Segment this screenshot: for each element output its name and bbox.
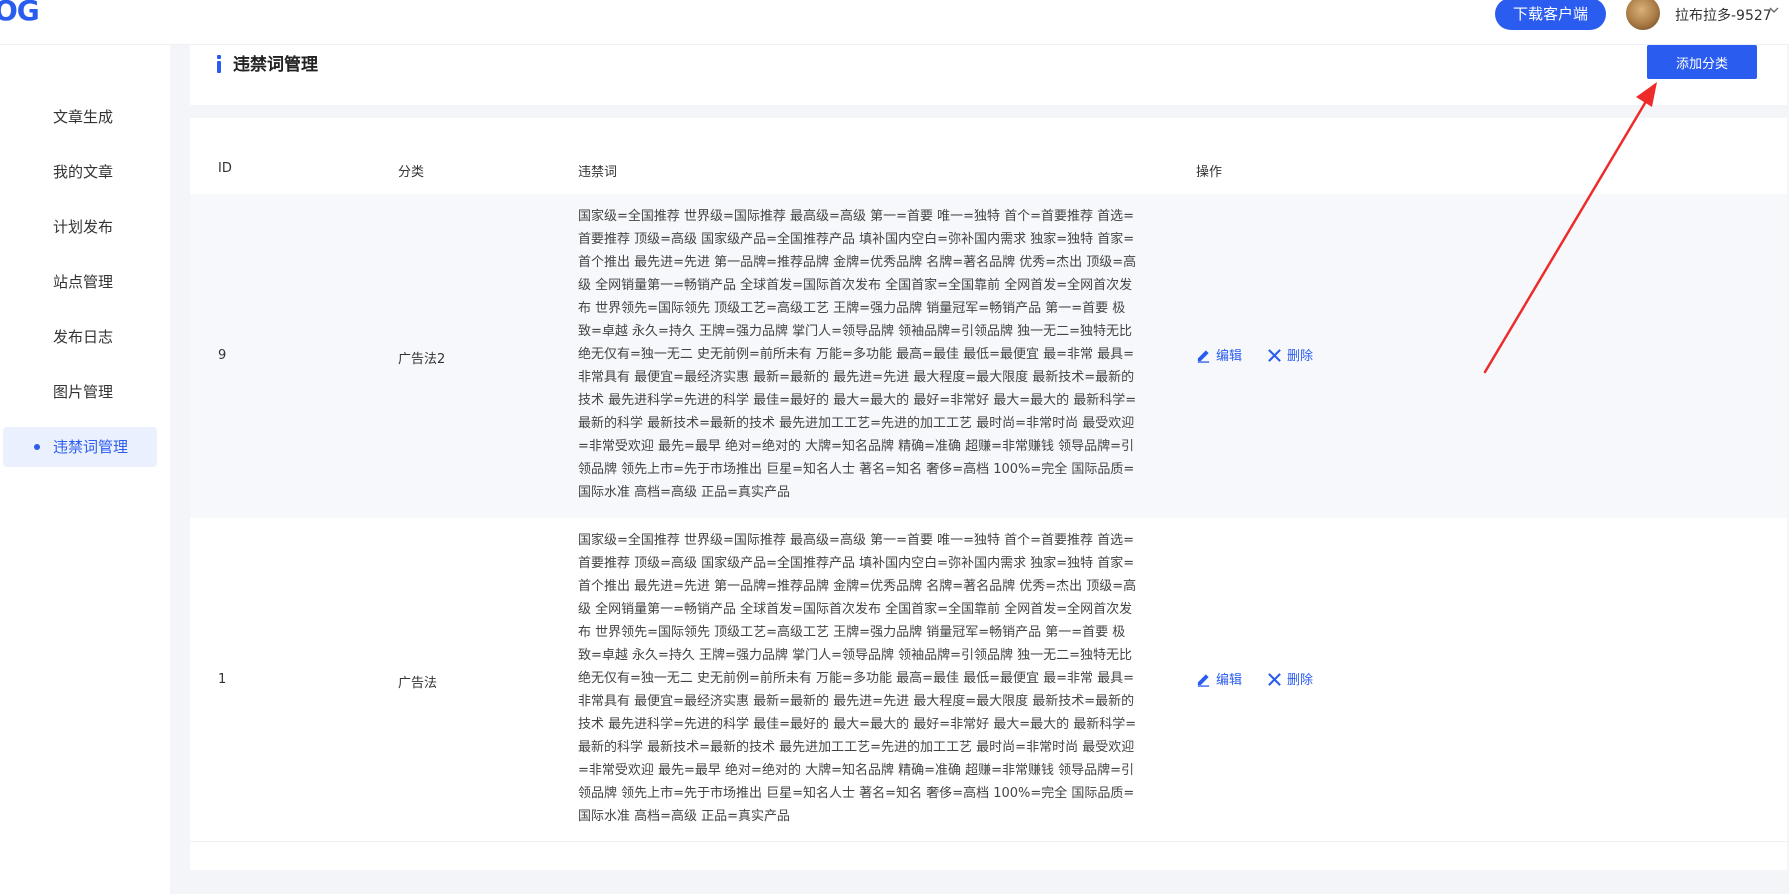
- table-row: 9 广告法2 国家级=全国推荐 世界级=国际推荐 最高级=高级 第一=首要 唯一…: [190, 194, 1787, 518]
- column-header-category: 分类: [398, 165, 425, 180]
- sidebar-item-label: 文章生成: [53, 108, 114, 126]
- sidebar-item-image-management[interactable]: 图片管理: [3, 372, 157, 412]
- sidebar: 文章生成 我的文章 计划发布 站点管理 发布日志 图片管理 违禁词管理: [0, 45, 170, 894]
- sidebar-item-my-articles[interactable]: 我的文章: [3, 152, 157, 192]
- edit-button[interactable]: 编辑: [1196, 669, 1242, 688]
- sidebar-item-label: 图片管理: [53, 383, 114, 401]
- sidebar-item-article-generate[interactable]: 文章生成: [3, 97, 157, 137]
- sidebar-item-banned-words[interactable]: 违禁词管理: [3, 427, 157, 467]
- banned-words-table: ID 分类 违禁词 操作 9 广告法2 国家级=全国推荐 世界级=国际推荐 最高…: [190, 118, 1787, 870]
- chevron-down-icon[interactable]: [1768, 4, 1780, 19]
- delete-label: 删除: [1287, 349, 1314, 364]
- page-header-card: 违禁词管理 添加分类: [190, 45, 1787, 105]
- column-header-actions: 操作: [1196, 165, 1223, 180]
- delete-label: 删除: [1287, 673, 1314, 688]
- sidebar-item-label: 站点管理: [53, 273, 114, 291]
- row-banned-words: 国家级=全国推荐 世界级=国际推荐 最高级=高级 第一=首要 唯一=独特 首个=…: [578, 533, 1137, 824]
- sidebar-item-label: 我的文章: [53, 163, 114, 181]
- edit-button[interactable]: 编辑: [1196, 345, 1242, 364]
- active-dot-icon: [34, 444, 40, 450]
- column-header-words: 违禁词: [578, 165, 618, 180]
- avatar[interactable]: [1626, 0, 1660, 30]
- close-icon: [1268, 673, 1281, 686]
- brand-logo[interactable]: OG: [0, 0, 40, 27]
- row-category: 广告法2: [398, 352, 446, 367]
- row-category: 广告法: [398, 676, 438, 691]
- page-title: 违禁词管理: [233, 55, 318, 75]
- sidebar-item-label: 计划发布: [53, 218, 114, 236]
- edit-label: 编辑: [1216, 673, 1243, 688]
- close-icon: [1268, 349, 1281, 362]
- info-icon: [217, 55, 221, 73]
- row-banned-words: 国家级=全国推荐 世界级=国际推荐 最高级=高级 第一=首要 唯一=独特 首个=…: [578, 209, 1137, 500]
- download-client-button[interactable]: 下载客户端: [1495, 0, 1606, 30]
- row-id: 1: [218, 672, 227, 687]
- edit-icon: [1197, 350, 1210, 363]
- sidebar-item-site-management[interactable]: 站点管理: [3, 262, 157, 302]
- edit-icon: [1197, 674, 1210, 687]
- sidebar-item-label: 违禁词管理: [53, 438, 129, 456]
- column-header-id: ID: [218, 161, 232, 176]
- sidebar-item-label: 发布日志: [53, 328, 114, 346]
- row-id: 9: [218, 348, 227, 363]
- delete-button[interactable]: 删除: [1267, 669, 1313, 688]
- table-row: 1 广告法 国家级=全国推荐 世界级=国际推荐 最高级=高级 第一=首要 唯一=…: [190, 518, 1787, 842]
- username[interactable]: 拉布拉多-9527: [1675, 5, 1772, 25]
- add-category-button[interactable]: 添加分类: [1647, 45, 1757, 79]
- top-bar: OG 下载客户端 拉布拉多-9527: [0, 0, 1789, 45]
- sidebar-item-publish-log[interactable]: 发布日志: [3, 317, 157, 357]
- delete-button[interactable]: 删除: [1267, 345, 1313, 364]
- edit-label: 编辑: [1216, 349, 1243, 364]
- sidebar-item-scheduled-publish[interactable]: 计划发布: [3, 207, 157, 247]
